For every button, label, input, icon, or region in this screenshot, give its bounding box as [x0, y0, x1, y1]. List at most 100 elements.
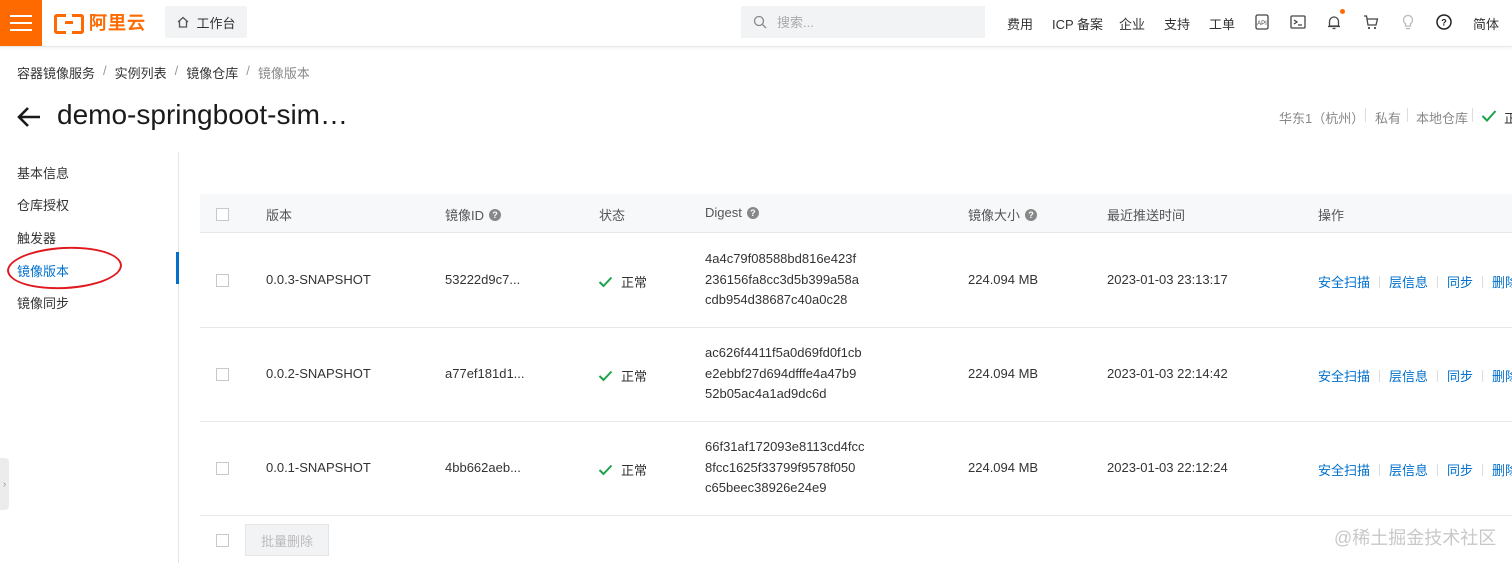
terminal-icon[interactable] [1287, 11, 1309, 33]
hamburger-menu-button[interactable] [0, 0, 42, 46]
batch-delete-button[interactable]: 批量删除 [245, 524, 329, 556]
nav-ticket[interactable]: 工单 [1209, 0, 1235, 46]
status-check-icon [1481, 110, 1497, 122]
notification-bell-icon[interactable] [1323, 9, 1345, 33]
image-id-cell[interactable]: a77ef181d1... [445, 366, 525, 381]
row-checkbox[interactable] [216, 368, 229, 381]
repo-status-label: 正 [1504, 111, 1512, 126]
delete-link[interactable]: 删除 [1492, 460, 1512, 479]
global-search[interactable] [741, 6, 985, 38]
table-row: 0.0.2-SNAPSHOT a77ef181d1... 正常 ac626f44… [200, 327, 1512, 422]
layer-info-link[interactable]: 层信息 [1389, 272, 1428, 291]
image-size-cell: 224.094 MB [968, 272, 1039, 287]
column-header-actions: 操作 [1318, 208, 1345, 223]
table-header: 版本 镜像ID? 状态 Digest? 镜像大小? 最近推送时间 操作 [200, 194, 1512, 233]
table-row: 0.0.1-SNAPSHOT 4bb662aeb... 正常 66f31af17… [200, 421, 1512, 516]
search-input[interactable] [775, 13, 969, 31]
logo-text: 阿里云 [89, 13, 146, 33]
svg-text:?: ? [1441, 18, 1447, 28]
check-icon [598, 370, 613, 381]
digest-cell: 4a4c79f08588bd816e423f 236156fa8cc3d5b399… [705, 251, 859, 307]
back-arrow-icon[interactable] [16, 104, 42, 130]
check-icon [598, 464, 613, 475]
breadcrumb-item-current: 镜像版本 [257, 66, 310, 81]
status-cell: 正常 [598, 460, 647, 479]
status-text: 正常 [621, 369, 648, 384]
breadcrumb-item-instance-list[interactable]: 实例列表 [115, 63, 167, 82]
cart-icon[interactable] [1360, 11, 1382, 33]
aliyun-logo-icon [54, 13, 84, 34]
sidebar-item-triggers[interactable]: 触发器 [17, 228, 56, 247]
layer-info-link[interactable]: 层信息 [1389, 366, 1428, 385]
page-title: demo-springboot-sim… [57, 99, 348, 130]
lightbulb-icon[interactable] [1397, 11, 1419, 33]
meta-divider [1365, 108, 1366, 122]
footer-select-all-checkbox[interactable] [216, 534, 229, 547]
help-icon[interactable]: ? [746, 206, 759, 219]
status-cell: 正常 [598, 272, 647, 291]
row-actions: 安全扫描 层信息 同步 删除 [1318, 366, 1512, 385]
push-time-cell: 2023-01-03 22:12:24 [1107, 460, 1228, 475]
sidebar-item-basic-info[interactable]: 基本信息 [17, 163, 69, 182]
delete-link[interactable]: 删除 [1492, 272, 1512, 291]
version-cell: 0.0.2-SNAPSHOT [266, 366, 371, 381]
region-label: 华东1（杭州） [1279, 111, 1365, 126]
breadcrumb-item-container-registry[interactable]: 容器镜像服务 [17, 63, 95, 82]
layer-info-link[interactable]: 层信息 [1389, 460, 1428, 479]
check-icon [598, 276, 613, 287]
api-icon[interactable]: API [1251, 11, 1273, 33]
select-all-checkbox[interactable] [216, 208, 229, 221]
sidebar-item-repo-auth[interactable]: 仓库授权 [17, 195, 69, 214]
column-header-digest: Digest? [705, 205, 759, 220]
search-icon [753, 15, 767, 29]
security-scan-link[interactable]: 安全扫描 [1318, 366, 1370, 385]
row-checkbox[interactable] [216, 462, 229, 475]
digest-cell: ac626f4411f5a0d69fd0f1cb e2ebbf27d694dfff… [705, 345, 862, 401]
sidebar-collapse-handle[interactable]: › [0, 458, 9, 510]
image-size-cell: 224.094 MB [968, 460, 1039, 475]
nav-support[interactable]: 支持 [1164, 0, 1190, 46]
breadcrumb-item-image-repo[interactable]: 镜像仓库 [186, 63, 238, 82]
column-header-image-size: 镜像大小? [968, 205, 1038, 224]
push-time-cell: 2023-01-03 23:13:17 [1107, 272, 1228, 287]
workbench-button[interactable]: 工作台 [165, 6, 247, 38]
nav-icp-filing[interactable]: ICP 备案 [1052, 0, 1103, 46]
notification-dot [1340, 9, 1345, 14]
security-scan-link[interactable]: 安全扫描 [1318, 460, 1370, 479]
security-scan-link[interactable]: 安全扫描 [1318, 272, 1370, 291]
help-icon[interactable]: ? [1025, 208, 1038, 221]
aliyun-logo[interactable]: 阿里云 [54, 10, 146, 34]
top-navigation-bar: 阿里云 工作台 费用 ICP 备案 企业 支持 工单 API ? 简体 [0, 0, 1512, 47]
image-id-cell[interactable]: 53222d9c7... [445, 272, 520, 287]
status-cell: 正常 [598, 366, 647, 385]
image-size-cell: 224.094 MB [968, 366, 1039, 381]
sync-link[interactable]: 同步 [1447, 366, 1473, 385]
column-header-status: 状态 [599, 208, 626, 223]
svg-text:API: API [1257, 21, 1267, 27]
breadcrumb-separator: / [174, 63, 179, 78]
delete-link[interactable]: 删除 [1492, 366, 1512, 385]
status-text: 正常 [621, 275, 648, 290]
nav-billing[interactable]: 费用 [1007, 0, 1033, 46]
workbench-label: 工作台 [196, 15, 236, 31]
image-id-cell[interactable]: 4bb662aeb... [445, 460, 521, 475]
help-icon[interactable]: ? [1433, 11, 1455, 33]
visibility-label: 私有 [1375, 111, 1402, 126]
repo-type-label: 本地仓库 [1416, 111, 1469, 126]
row-actions: 安全扫描 层信息 同步 删除 [1318, 272, 1512, 291]
nav-enterprise[interactable]: 企业 [1119, 0, 1145, 46]
version-cell: 0.0.1-SNAPSHOT [266, 460, 371, 475]
version-cell: 0.0.3-SNAPSHOT [266, 272, 371, 287]
sidebar-item-image-sync[interactable]: 镜像同步 [17, 293, 69, 312]
help-icon[interactable]: ? [489, 208, 502, 221]
sync-link[interactable]: 同步 [1447, 460, 1473, 479]
row-checkbox[interactable] [216, 274, 229, 287]
sidebar-active-indicator [176, 252, 179, 284]
sync-link[interactable]: 同步 [1447, 272, 1473, 291]
push-time-cell: 2023-01-03 22:14:42 [1107, 366, 1228, 381]
language-switch[interactable]: 简体 [1473, 0, 1499, 46]
breadcrumb-separator: / [246, 63, 250, 78]
column-header-version: 版本 [266, 208, 293, 223]
digest-cell: 66f31af172093e8113cd4fcc 8fcc1625f33799f9… [705, 439, 865, 495]
row-actions: 安全扫描 层信息 同步 删除 [1318, 460, 1512, 479]
